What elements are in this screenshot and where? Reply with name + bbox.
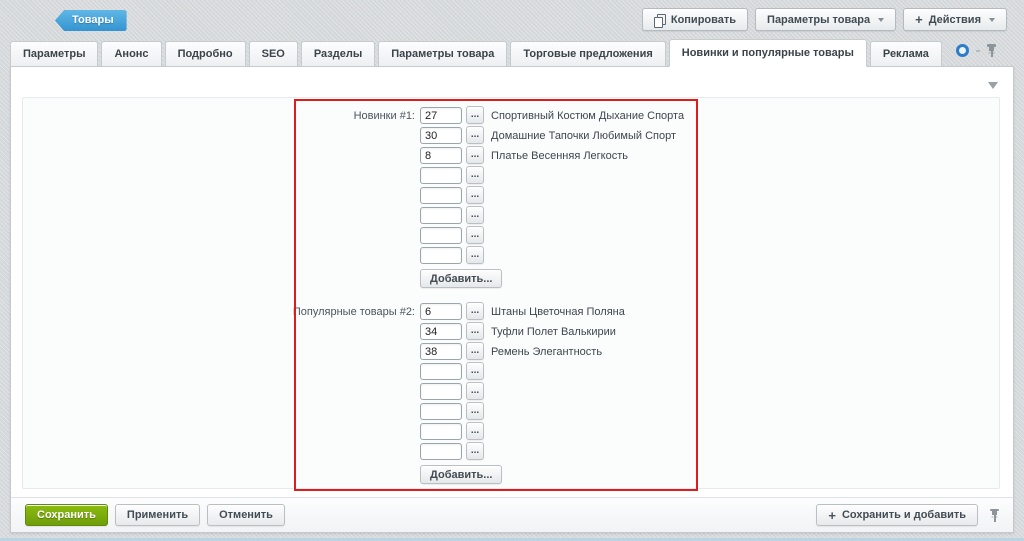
save-and-add-button[interactable]: Сохранить и добавить [816, 504, 978, 526]
browse-product-button[interactable]: ... [466, 206, 484, 224]
product-id-input[interactable] [420, 207, 462, 224]
browse-product-button[interactable]: ... [466, 442, 484, 460]
product-id-input[interactable] [420, 343, 462, 360]
browse-product-button[interactable]: ... [466, 126, 484, 144]
product-name: Ремень Элегантность [491, 346, 602, 358]
product-id-input[interactable] [420, 167, 462, 184]
section-label: Новинки #1: [20, 110, 415, 122]
browse-product-button[interactable]: ... [466, 106, 484, 124]
browse-product-button[interactable]: ... [466, 186, 484, 204]
product-id-input[interactable] [420, 303, 462, 320]
product-id-input[interactable] [420, 247, 462, 264]
product-id-input[interactable] [420, 323, 462, 340]
product-id-input[interactable] [420, 363, 462, 380]
browse-product-button[interactable]: ... [466, 422, 484, 440]
browse-product-button[interactable]: ... [466, 342, 484, 360]
product-name: Платье Весенняя Легкость [491, 150, 628, 162]
save-button[interactable]: Сохранить [25, 504, 108, 526]
page: Товары Копировать Параметры товара Дейст… [0, 0, 1024, 541]
browse-product-button[interactable]: ... [466, 166, 484, 184]
product-id-input[interactable] [420, 423, 462, 440]
product-name: Туфли Полет Валькирии [491, 326, 616, 338]
footer-bar: Сохранить Применить Отменить Сохранить и… [11, 497, 1013, 532]
browse-product-button[interactable]: ... [466, 382, 484, 400]
pin-icon[interactable] [990, 509, 999, 522]
product-id-input[interactable] [420, 107, 462, 124]
form-panel: Новинки #1:... Спортивный Костюм Дыхание … [0, 0, 1024, 541]
section-label: Популярные товары #2: [20, 306, 415, 318]
product-name: Штаны Цветочная Поляна [491, 306, 625, 318]
browse-product-button[interactable]: ... [466, 226, 484, 244]
add-row-button[interactable]: Добавить... [420, 465, 502, 484]
save-and-add-label: Сохранить и добавить [842, 509, 966, 521]
product-name: Домашние Тапочки Любимый Спорт [491, 130, 676, 142]
browse-product-button[interactable]: ... [466, 322, 484, 340]
product-id-input[interactable] [420, 187, 462, 204]
browse-product-button[interactable]: ... [466, 402, 484, 420]
plus-icon [828, 509, 836, 522]
product-id-input[interactable] [420, 227, 462, 244]
product-id-input[interactable] [420, 147, 462, 164]
add-row-button[interactable]: Добавить... [420, 269, 502, 288]
product-id-input[interactable] [420, 443, 462, 460]
browse-product-button[interactable]: ... [466, 302, 484, 320]
browse-product-button[interactable]: ... [466, 146, 484, 164]
product-name: Спортивный Костюм Дыхание Спорта [491, 110, 684, 122]
cancel-button[interactable]: Отменить [207, 504, 285, 526]
browse-product-button[interactable]: ... [466, 362, 484, 380]
product-id-input[interactable] [420, 127, 462, 144]
product-id-input[interactable] [420, 383, 462, 400]
apply-button[interactable]: Применить [115, 504, 200, 526]
browse-product-button[interactable]: ... [466, 246, 484, 264]
product-id-input[interactable] [420, 403, 462, 420]
